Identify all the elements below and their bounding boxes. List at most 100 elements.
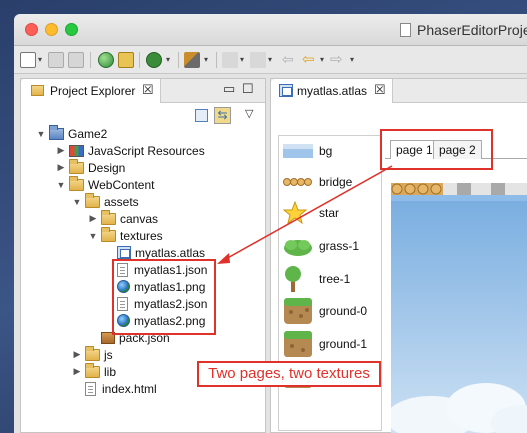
file-icon bbox=[85, 381, 96, 396]
frame-label: bg bbox=[319, 144, 333, 158]
minimize-window-button[interactable] bbox=[45, 23, 58, 36]
back-history-icon[interactable]: ⇦ bbox=[302, 50, 315, 68]
view-menu-icon[interactable]: ▽ bbox=[245, 107, 253, 120]
tree-item-label: myatlas1.png bbox=[134, 279, 206, 294]
back-arrow-icon[interactable]: ⇦ bbox=[282, 51, 294, 68]
tab-project-explorer-label: Project Explorer bbox=[50, 84, 136, 98]
tree-item-webcontent[interactable]: ▼ WebContent bbox=[55, 175, 155, 193]
collapse-all-icon[interactable] bbox=[195, 109, 208, 122]
atlas-icon bbox=[117, 246, 131, 259]
bridge-sprite bbox=[391, 183, 443, 195]
frame-label: ground-0 bbox=[319, 304, 368, 318]
main-toolbar: ▾ ▾ ▾ ▾ ▾ ⇦ ⇦ ▾ ⇨ ▾ bbox=[14, 46, 527, 74]
minimize-view-icon[interactable]: ▭ bbox=[223, 81, 235, 97]
close-icon[interactable]: ☒ bbox=[374, 82, 386, 98]
tab-project-explorer[interactable]: Project Explorer ☒ bbox=[21, 79, 161, 103]
frame-label: star bbox=[319, 206, 340, 220]
tree-item-assets[interactable]: ▼ assets bbox=[71, 192, 139, 210]
tree-item-design[interactable]: ▶ Design bbox=[55, 158, 125, 176]
collapse-chevron-icon[interactable]: ▶ bbox=[87, 213, 99, 224]
save-icon[interactable] bbox=[48, 52, 64, 68]
toolbar-separator bbox=[216, 52, 217, 68]
maximize-view-icon[interactable]: ☐ bbox=[242, 81, 254, 97]
frame-label: bridge bbox=[319, 175, 353, 189]
folder-icon bbox=[69, 158, 84, 174]
document-icon bbox=[400, 23, 411, 37]
tree-item-label: pack.json bbox=[119, 330, 170, 345]
new-wizard-icon[interactable] bbox=[20, 52, 36, 68]
tab-page-2[interactable]: page 2 bbox=[433, 140, 482, 159]
zoom-window-button[interactable] bbox=[65, 23, 78, 36]
bg-sprite-icon bbox=[283, 144, 313, 158]
tree-item-js[interactable]: ▶ js bbox=[71, 345, 113, 363]
next-annotation-icon[interactable] bbox=[222, 52, 238, 68]
chevron-down-icon[interactable]: ▾ bbox=[268, 55, 272, 64]
run-in-browser-icon[interactable] bbox=[98, 52, 114, 68]
tree-item-textures[interactable]: ▼ textures bbox=[87, 226, 163, 244]
tree-item-label: textures bbox=[120, 228, 163, 243]
collapse-chevron-icon[interactable]: ▶ bbox=[55, 162, 67, 173]
tree-item-label: WebContent bbox=[88, 177, 155, 192]
tab-myatlas-atlas[interactable]: myatlas.atlas ☒ bbox=[271, 79, 393, 103]
tree-item-label: js bbox=[104, 347, 113, 362]
debug-icon[interactable] bbox=[146, 52, 162, 68]
tree-item-label: myatlas2.json bbox=[134, 296, 208, 311]
frame-label: grass-1 bbox=[319, 239, 360, 253]
chevron-down-icon[interactable]: ▾ bbox=[240, 55, 244, 64]
folder-icon bbox=[101, 226, 116, 242]
expand-chevron-icon[interactable]: ▼ bbox=[71, 197, 83, 207]
tree-item-javascript-resources[interactable]: ▶ JavaScript Resources bbox=[55, 142, 205, 159]
chevron-down-icon[interactable]: ▾ bbox=[166, 55, 170, 64]
forward-history-icon[interactable]: ⇨ bbox=[330, 50, 343, 68]
save-all-icon[interactable] bbox=[68, 52, 84, 68]
tab-myatlas-atlas-label: myatlas.atlas bbox=[297, 84, 368, 98]
tab-page-1[interactable]: page 1 bbox=[390, 140, 439, 159]
tree-item-pack-json[interactable]: pack.json bbox=[87, 329, 170, 346]
close-window-button[interactable] bbox=[25, 23, 38, 36]
chevron-down-icon[interactable]: ▾ bbox=[350, 55, 354, 64]
collapse-chevron-icon[interactable]: ▶ bbox=[55, 145, 67, 156]
link-with-editor-icon[interactable]: ⇆ bbox=[214, 107, 231, 124]
ground-1-sprite-icon bbox=[284, 331, 312, 357]
tree-item-lib[interactable]: ▶ lib bbox=[71, 362, 116, 380]
expand-chevron-icon[interactable]: ▼ bbox=[87, 231, 99, 241]
chevron-down-icon[interactable]: ▾ bbox=[204, 55, 208, 64]
folder-icon bbox=[101, 209, 116, 225]
tree-item-myatlas1-png[interactable]: myatlas1.png bbox=[103, 278, 205, 295]
expand-chevron-icon[interactable]: ▼ bbox=[55, 180, 67, 190]
tree-item-game2[interactable]: ▼ Game2 bbox=[35, 124, 107, 142]
annotation-callout: Two pages, two textures bbox=[197, 361, 381, 387]
grass-1-sprite-icon bbox=[284, 240, 312, 256]
tree-item-label: myatlas.atlas bbox=[135, 245, 206, 260]
close-icon[interactable]: ☒ bbox=[142, 82, 154, 98]
folder-icon bbox=[85, 192, 100, 208]
tree-item-myatlas1-json[interactable]: myatlas1.json bbox=[103, 261, 207, 278]
toolbar-separator bbox=[90, 52, 91, 68]
folder-icon bbox=[85, 345, 100, 361]
tree-item-myatlas2-png[interactable]: myatlas2.png bbox=[103, 312, 205, 329]
collapse-chevron-icon[interactable]: ▶ bbox=[71, 349, 83, 360]
tree-item-label: assets bbox=[104, 194, 139, 209]
package-icon bbox=[101, 331, 115, 344]
previous-annotation-icon[interactable] bbox=[250, 52, 266, 68]
chevron-down-icon[interactable]: ▾ bbox=[320, 55, 324, 64]
folder-icon bbox=[69, 175, 84, 191]
tree-item-myatlas2-json[interactable]: myatlas2.json bbox=[103, 295, 207, 312]
frame-label: ground-1 bbox=[319, 337, 368, 351]
tools-icon[interactable] bbox=[184, 52, 200, 68]
bridge-sprite-icon bbox=[283, 178, 312, 186]
atlas-icon bbox=[279, 84, 293, 97]
tree-item-label: myatlas1.json bbox=[134, 262, 208, 277]
globe-icon bbox=[117, 280, 130, 293]
expand-chevron-icon[interactable]: ▼ bbox=[35, 129, 47, 139]
horizontal-scrollbar[interactable] bbox=[21, 426, 265, 432]
tree-item-myatlas-atlas[interactable]: myatlas.atlas bbox=[103, 244, 205, 261]
toolbar-separator bbox=[139, 52, 140, 68]
collapse-chevron-icon[interactable]: ▶ bbox=[71, 366, 83, 377]
chevron-down-icon[interactable]: ▾ bbox=[38, 55, 42, 64]
tree-item-canvas[interactable]: ▶ canvas bbox=[87, 209, 158, 227]
tree-item-label: JavaScript Resources bbox=[88, 143, 205, 158]
tree-item-index-html[interactable]: index.html bbox=[71, 380, 157, 397]
window-titlebar: PhaserEditorProjec bbox=[14, 14, 527, 46]
publish-icon[interactable] bbox=[118, 52, 134, 68]
